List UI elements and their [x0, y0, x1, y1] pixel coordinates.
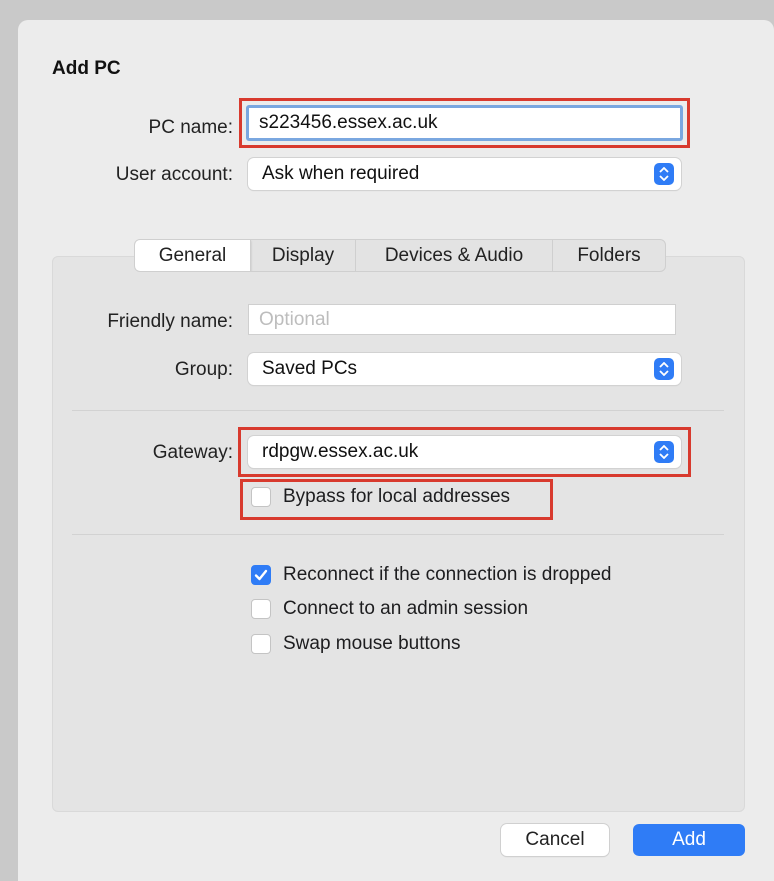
checkbox-box[interactable] — [251, 599, 271, 619]
chevron-updown-icon — [654, 163, 674, 185]
group-label: Group: — [174, 359, 233, 380]
friendly-name-placeholder: Optional — [259, 308, 330, 330]
swap-mouse-checkbox[interactable]: Swap mouse buttons — [251, 633, 460, 655]
bypass-highlight — [240, 479, 553, 520]
checkbox-box[interactable] — [251, 634, 271, 654]
group-select[interactable]: Saved PCs — [248, 353, 681, 385]
user-account-label: User account: — [115, 164, 233, 185]
user-account-select[interactable]: Ask when required — [248, 158, 681, 190]
gateway-label: Gateway: — [152, 442, 233, 463]
dialog-title: Add PC — [52, 58, 121, 79]
friendly-name-field[interactable]: Optional — [248, 304, 676, 335]
add-button[interactable]: Add — [633, 824, 745, 856]
section-divider — [72, 534, 724, 535]
swap-mouse-label: Swap mouse buttons — [283, 633, 461, 654]
chevron-updown-icon — [654, 358, 674, 380]
checkbox-box[interactable] — [251, 565, 271, 585]
admin-session-checkbox[interactable]: Connect to an admin session — [251, 598, 528, 620]
tab-general[interactable]: General — [135, 240, 251, 271]
tab-folders[interactable]: Folders — [553, 240, 665, 271]
tab-bar: General Display Devices & Audio Folders — [134, 239, 666, 272]
admin-session-label: Connect to an admin session — [283, 598, 529, 619]
pc-name-label: PC name: — [148, 117, 233, 138]
user-account-value: Ask when required — [262, 163, 420, 184]
tab-display[interactable]: Display — [251, 240, 356, 271]
reconnect-checkbox[interactable]: Reconnect if the connection is dropped — [251, 564, 612, 586]
section-divider — [72, 410, 724, 411]
reconnect-label: Reconnect if the connection is dropped — [283, 564, 612, 585]
gateway-highlight — [238, 427, 691, 477]
pc-name-highlight — [239, 98, 690, 148]
tab-devices-audio[interactable]: Devices & Audio — [356, 240, 553, 271]
add-pc-dialog: Add PC PC name: s223456.essex.ac.uk User… — [18, 20, 774, 881]
cancel-button[interactable]: Cancel — [501, 824, 609, 856]
group-value: Saved PCs — [262, 358, 358, 379]
friendly-name-label: Friendly name: — [107, 311, 233, 332]
checkmark-icon — [254, 569, 268, 581]
